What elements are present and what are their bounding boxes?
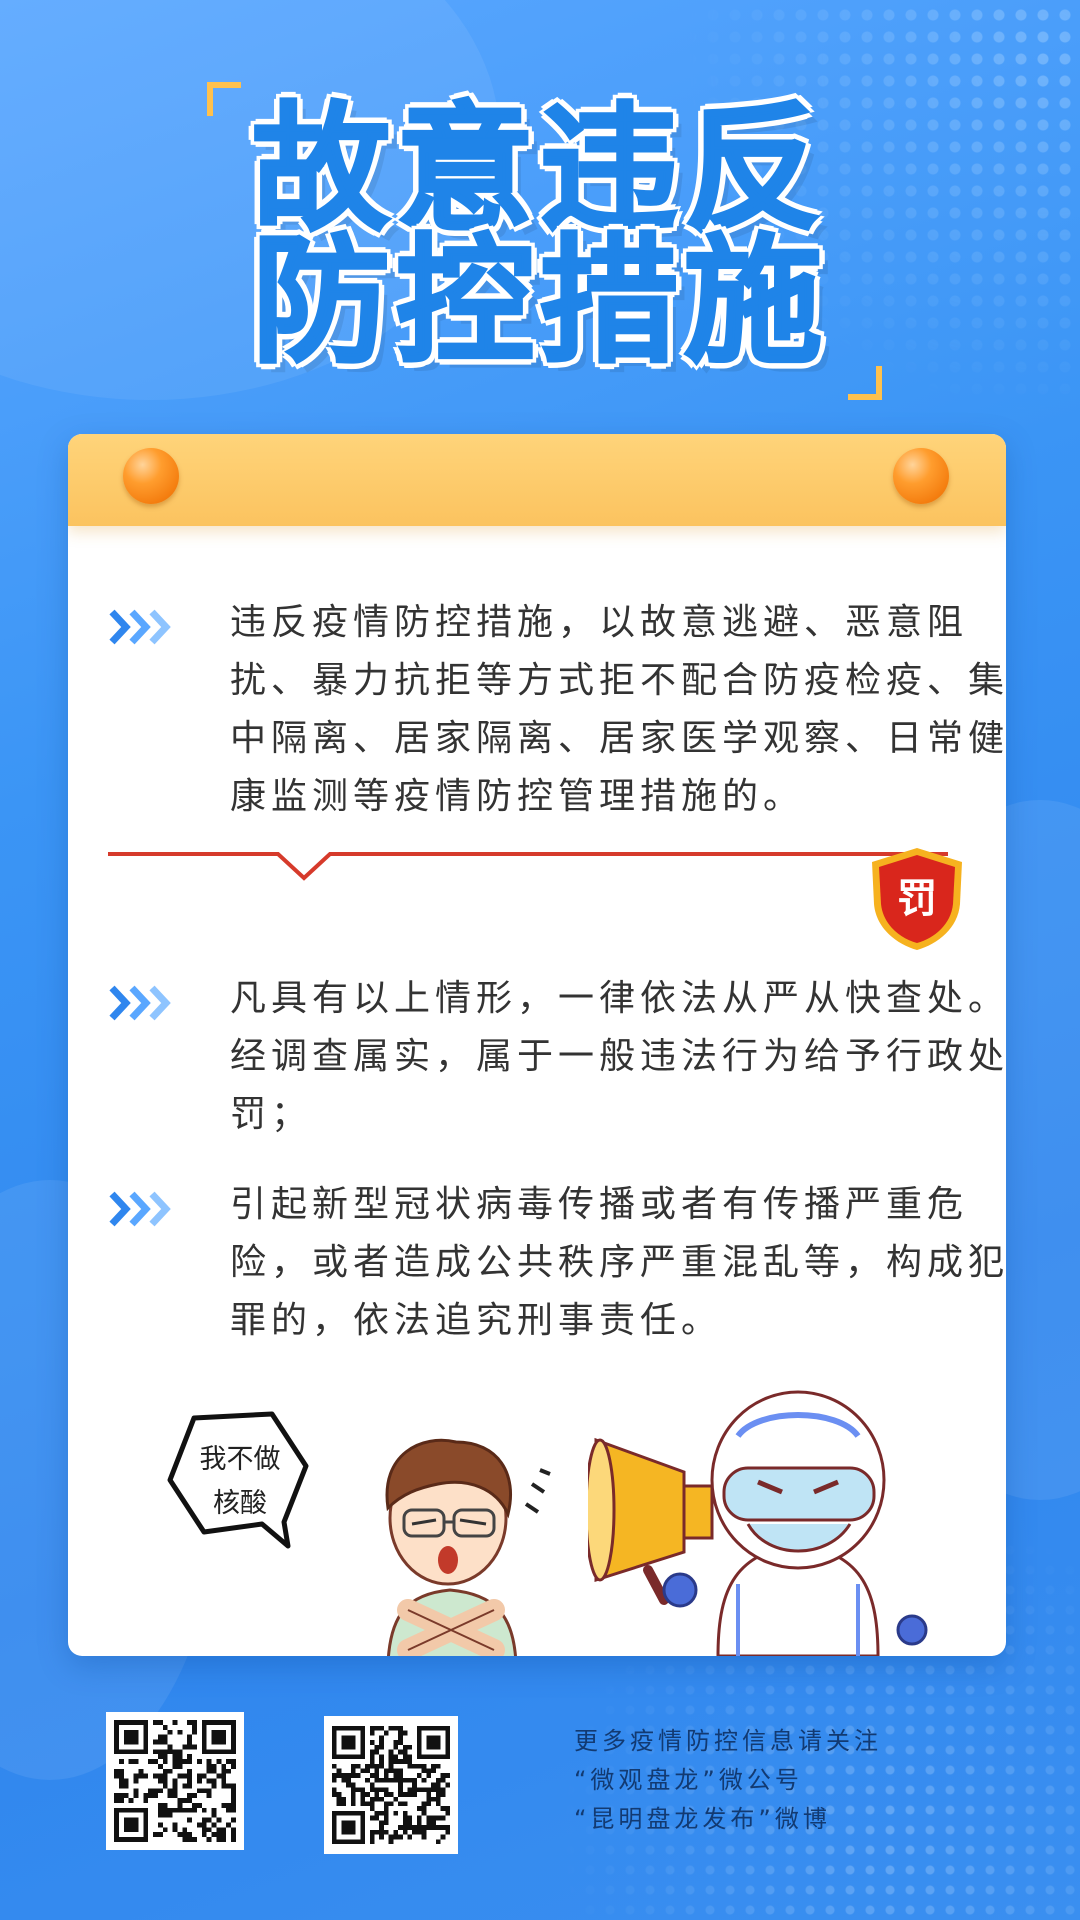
divider-line <box>108 852 948 881</box>
qr-code-weibo[interactable] <box>324 1716 458 1854</box>
rule-text: 违反疫情防控措施，以故意逃避、恶意阻扰、暴力抗拒等方式拒不配合防疫检疫、集中隔离… <box>230 602 1006 817</box>
penalty-badge: 罚 <box>872 848 962 950</box>
qr-code-icon <box>332 1726 450 1844</box>
speech-line-1: 我不做 <box>199 1444 281 1475</box>
qr-code-wechat[interactable] <box>106 1712 244 1850</box>
penalty-badge-text: 罚 <box>897 876 937 922</box>
triple-chevron-icon <box>109 609 171 645</box>
follow-line-3: “昆明盘龙发布”微博 <box>574 1805 831 1833</box>
poster: 故意违反 防控措施 违反疫情防控措施，以故意逃避、恶意阻扰、暴力抗拒等方式拒不配… <box>0 0 1080 1920</box>
follow-line-1: 更多疫情防控信息请关注 <box>574 1727 882 1755</box>
follow-info: 更多疫情防控信息请关注 “微观盘龙”微公号 “昆明盘龙发布”微博 <box>574 1722 974 1839</box>
triple-chevron-icon <box>109 1191 171 1227</box>
qr-code-icon <box>114 1720 236 1842</box>
rule-text: 引起新型冠状病毒传播或者有传播严重危险，或者造成公共秩序严重混乱等，构成犯罪的，… <box>230 1184 1006 1341</box>
rule-item: 凡具有以上情形，一律依法从严从快查处。经调查属实，属于一般违法行为给予行政处罚； <box>108 970 1004 1160</box>
rule-item: 违反疫情防控措施，以故意逃避、恶意阻扰、暴力抗拒等方式拒不配合防疫检疫、集中隔离… <box>108 594 1004 844</box>
pin-icon <box>123 448 179 504</box>
triple-chevron-icon <box>109 985 171 1021</box>
speech-bubble-text: 我不做 核酸 <box>170 1438 310 1526</box>
rule-item: 引起新型冠状病毒传播或者有传播严重危险，或者造成公共秩序严重混乱等，构成犯罪的，… <box>108 1176 1004 1366</box>
title-line-1: 故意违反 <box>250 89 828 250</box>
card-header <box>68 434 1006 526</box>
title-line-2: 防控措施 <box>250 221 828 382</box>
speech-line-2: 核酸 <box>213 1488 267 1519</box>
health-worker-illustration <box>588 1390 928 1656</box>
follow-line-2: “微观盘龙”微公号 <box>574 1766 803 1794</box>
pin-icon <box>893 448 949 504</box>
corner-bracket-icon <box>848 366 882 400</box>
poster-title: 故意违反 防控措施 <box>0 89 1080 382</box>
refusing-man-illustration <box>385 1438 551 1656</box>
rule-text: 凡具有以上情形，一律依法从严从快查处。经调查属实，属于一般违法行为给予行政处罚； <box>230 978 1006 1135</box>
notice-card: 违反疫情防控措施，以故意逃避、恶意阻扰、暴力抗拒等方式拒不配合防疫检疫、集中隔离… <box>68 434 1006 1656</box>
